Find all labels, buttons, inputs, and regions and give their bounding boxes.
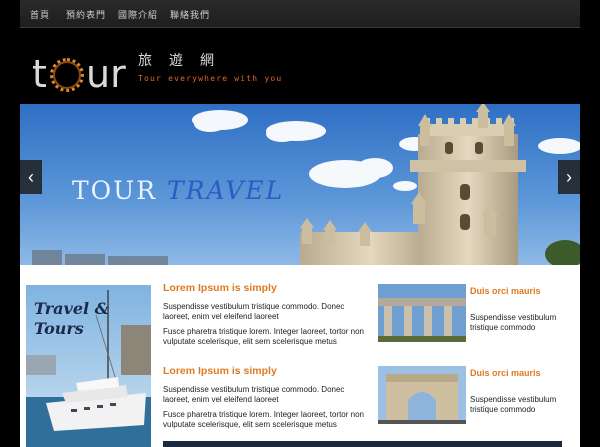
nav-item-home[interactable]: 首頁 xyxy=(30,8,50,21)
side-item-text: Suspendisse vestibulum tristique commodo xyxy=(470,313,557,332)
travel-tours-ad[interactable]: Travel & Tours xyxy=(26,285,151,447)
top-navigation: 首頁 預約表門 國際介紹 聯絡我們 xyxy=(20,0,580,28)
ad-title: Travel & Tours xyxy=(34,299,109,339)
side-item-image[interactable] xyxy=(378,366,466,424)
banner-title: TOUR TRAVEL xyxy=(72,176,284,205)
logo-ring-icon xyxy=(50,58,84,92)
side-item-title[interactable]: Duis orci mauris xyxy=(470,368,541,378)
side-item-text: Suspendisse vestibulum tristique commodo xyxy=(470,395,557,414)
logo-letters-ur: ur xyxy=(86,52,126,96)
banner-next-button[interactable]: › xyxy=(558,160,580,194)
article-1: Lorem Ipsum is simply Suspendisse vestib… xyxy=(163,282,365,352)
banner-title-word-tour: TOUR xyxy=(72,176,158,205)
article-paragraph: Suspendisse vestibulum tristique commodo… xyxy=(163,385,345,404)
colonnade-image xyxy=(378,284,466,342)
side-item-1: Duis orci mauris Suspendisse vestibulum … xyxy=(378,284,563,344)
logo-letter-t: t xyxy=(32,52,47,96)
site-title: 旅遊網 xyxy=(138,52,231,68)
side-item-image[interactable] xyxy=(378,284,466,342)
banner-prev-button[interactable]: ‹ xyxy=(20,160,42,194)
main-content: Travel & Tours Lorem Ipsum is simply Sus… xyxy=(20,265,580,447)
nav-item-international[interactable]: 國際介紹 xyxy=(118,8,158,21)
side-item-title[interactable]: Duis orci mauris xyxy=(470,286,541,296)
arch-image xyxy=(378,366,466,424)
ad-title-line2: Tours xyxy=(34,319,84,338)
article-title[interactable]: Lorem Ipsum is simply xyxy=(163,365,365,377)
nav-item-contact[interactable]: 聯絡我們 xyxy=(170,8,210,21)
article-title[interactable]: Lorem Ipsum is simply xyxy=(163,282,365,294)
article-paragraph: Fusce pharetra tristique lorem. Integer … xyxy=(163,327,364,346)
banner-title-word-travel: TRAVEL xyxy=(167,176,285,205)
site-header: t ur 旅遊網 Tour everywhere with you xyxy=(20,28,580,104)
side-item-2: Duis orci mauris Suspendisse vestibulum … xyxy=(378,366,563,426)
site-tagline: Tour everywhere with you xyxy=(138,74,283,83)
article-paragraph: Suspendisse vestibulum tristique commodo… xyxy=(163,302,345,321)
hero-banner: TOUR TRAVEL ‹ › xyxy=(20,104,580,265)
footer-bar xyxy=(163,441,562,447)
article-2: Lorem Ipsum is simply Suspendisse vestib… xyxy=(163,365,365,435)
article-paragraph: Fusce pharetra tristique lorem. Integer … xyxy=(163,410,364,429)
ad-title-line1: Travel & xyxy=(34,299,110,318)
nav-item-booking[interactable]: 預約表門 xyxy=(66,8,106,21)
